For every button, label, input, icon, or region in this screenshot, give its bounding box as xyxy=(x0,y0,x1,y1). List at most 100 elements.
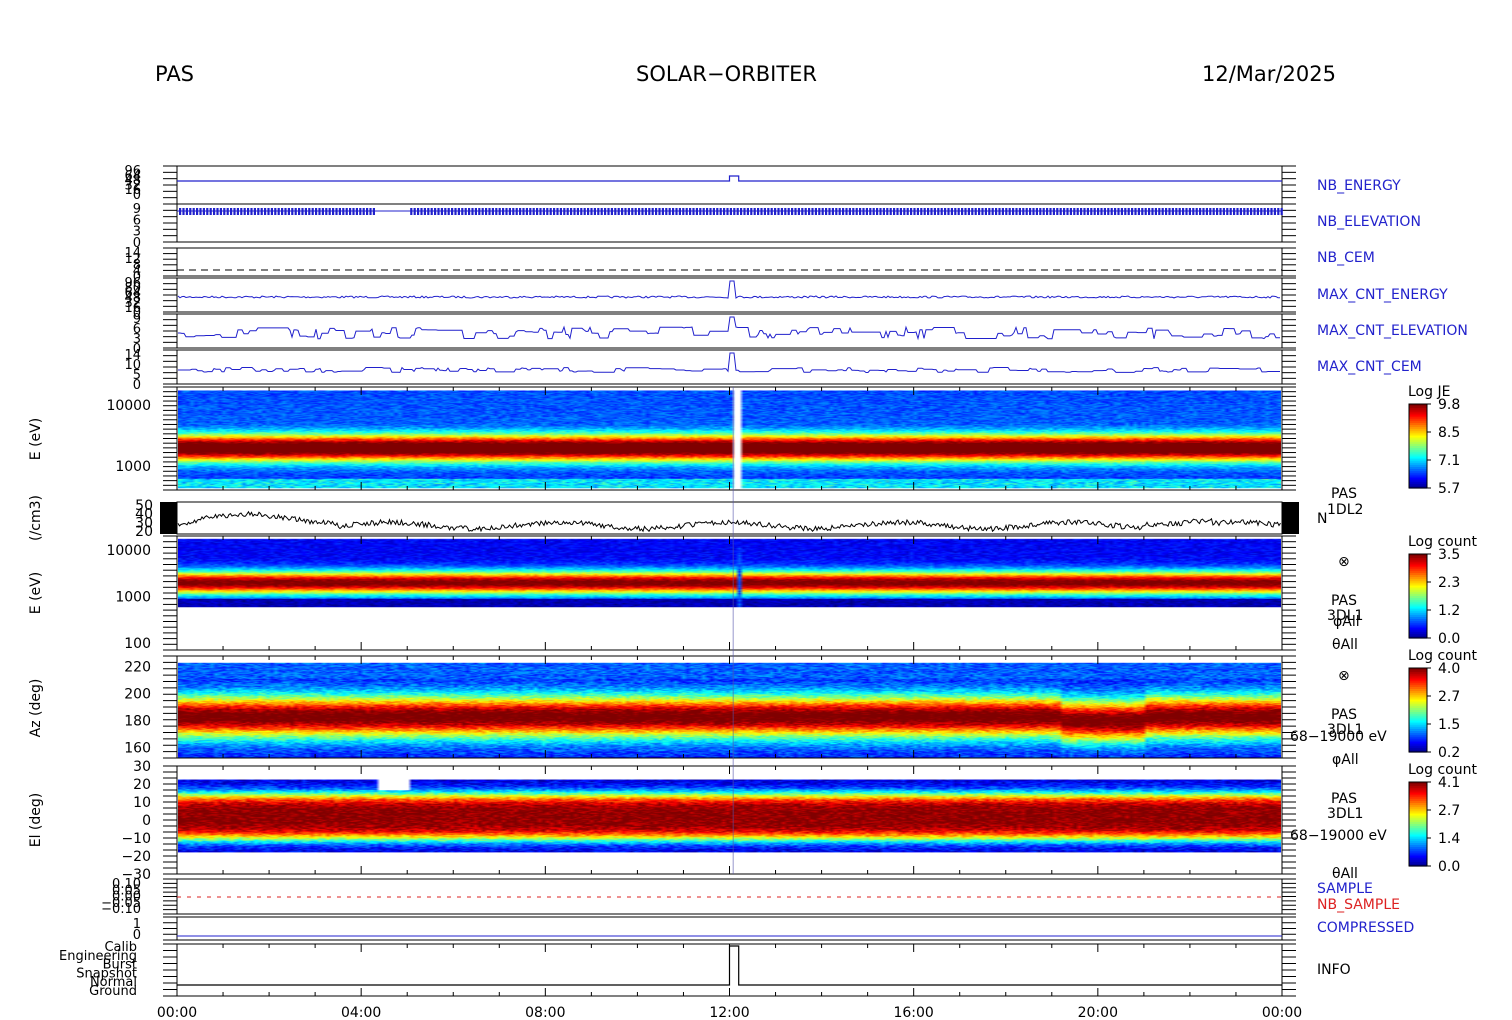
azimuth_spectrogram-colorbar-tick: 2.7 xyxy=(1438,689,1460,705)
je_spectrogram-ytick: 10000 xyxy=(106,398,151,414)
density-frame xyxy=(176,501,1283,535)
max_cnt_energy-label: MAX_CNT_ENERGY xyxy=(1317,287,1448,303)
time-axis-label: 04:00 xyxy=(341,1005,381,1020)
energy_spectrogram-ylabel: E (eV) xyxy=(28,572,44,614)
max_cnt_elevation-label: MAX_CNT_ELEVATION xyxy=(1317,323,1468,339)
density-right-label: N xyxy=(1317,511,1327,527)
max_cnt_energy-trace xyxy=(177,280,1281,299)
energy_spectrogram-ytick: 100 xyxy=(124,636,151,652)
density-trace xyxy=(177,510,1281,533)
elevation_spectrogram-colorbar-tick: 0.0 xyxy=(1438,859,1460,875)
max_cnt_elevation-trace xyxy=(178,316,1280,341)
elevation_spectrogram-ytick: 30 xyxy=(133,759,151,775)
max_cnt_cem-trace xyxy=(178,352,1280,373)
je_spectrogram-colorbar-tick: 9.8 xyxy=(1438,397,1460,413)
nb_energy-tick-label: 0 xyxy=(133,188,141,203)
nb_energy-frame xyxy=(176,165,1283,205)
nb_elevation-tick-labels: 9630 xyxy=(133,202,141,251)
energy_spectrogram-colorbar-tick: 0.0 xyxy=(1438,631,1460,647)
density-right-label: PAS xyxy=(1331,486,1357,502)
azimuth_spectrogram-ylabel: Az (deg) xyxy=(28,679,44,738)
azimuth_spectrogram-ytick: 160 xyxy=(124,740,151,756)
azimuth_spectrogram-right-label: φAll xyxy=(1332,752,1359,768)
azimuth_spectrogram-heatmap xyxy=(178,656,1281,758)
compressed-side-ticks xyxy=(163,916,1296,941)
density-right-label: 1DL2 xyxy=(1327,502,1363,518)
nb_cem-side-ticks xyxy=(163,247,1296,277)
compressed-frame xyxy=(176,916,1283,941)
max_cnt_cem-tick-labels: 141050 xyxy=(124,348,141,393)
max_cnt_cem-tick-label: 0 xyxy=(133,378,141,393)
energy_spectrogram-colorbar-tick: 3.5 xyxy=(1438,547,1460,563)
sample-label: SAMPLE xyxy=(1317,881,1373,897)
elevation_spectrogram-heatmap xyxy=(178,766,1281,874)
elevation_spectrogram-ytick: 20 xyxy=(133,777,151,793)
azimuth_spectrogram-ytick: 220 xyxy=(124,660,151,676)
nb_energy-label: NB_ENERGY xyxy=(1317,178,1401,194)
nb_cem-frame xyxy=(176,247,1283,277)
energy_spectrogram-colorbar-tick: 2.3 xyxy=(1438,575,1460,591)
density-right-block xyxy=(1282,502,1299,534)
nb_energy-tick-labels: 96644832160 xyxy=(124,164,141,203)
info-label: INFO xyxy=(1317,962,1351,978)
elevation_spectrogram-ylabel: El (deg) xyxy=(28,793,44,848)
energy_spectrogram-right-label: ⊗ xyxy=(1338,554,1350,570)
azimuth_spectrogram-right-label: 68−19000 eV xyxy=(1290,729,1387,745)
summary-plot: 96644832160NB_ENERGY9630NB_ELEVATION1412… xyxy=(28,164,1477,1020)
azimuth_spectrogram-colorbar-tick: 0.2 xyxy=(1438,745,1460,761)
compressed-label: COMPRESSED xyxy=(1317,920,1414,936)
time-axis-label: 12:00 xyxy=(709,1005,749,1020)
info-trace xyxy=(177,945,1282,986)
nb_energy-side-ticks xyxy=(163,165,1296,205)
energy_spectrogram-colorbar-tick: 1.2 xyxy=(1438,603,1460,619)
max_cnt_cem-label: MAX_CNT_CEM xyxy=(1317,359,1422,375)
density-ylabel: (/cm3) xyxy=(28,495,44,541)
azimuth_spectrogram-ytick: 180 xyxy=(124,713,151,729)
je_spectrogram-colorbar-tick: 5.7 xyxy=(1438,481,1460,497)
energy_spectrogram-right-label: PAS xyxy=(1331,593,1357,609)
azimuth_spectrogram-right-label: PAS xyxy=(1331,707,1357,723)
nb_elevation-label: NB_ELEVATION xyxy=(1317,214,1421,230)
elevation_spectrogram-ytick: −20 xyxy=(121,849,151,865)
je_spectrogram-colorbar-tick: 7.1 xyxy=(1438,453,1460,469)
time-axis-label: 16:00 xyxy=(893,1005,933,1020)
elevation_spectrogram-right-label: PAS xyxy=(1331,791,1357,807)
sample-nb-label: NB_SAMPLE xyxy=(1317,897,1400,913)
je_spectrogram-colorbar-tick: 8.5 xyxy=(1438,425,1460,441)
elevation_spectrogram-right-label: θAll xyxy=(1332,866,1358,882)
nb_elevation-trace xyxy=(177,208,1283,215)
je_spectrogram-ytick: 1000 xyxy=(115,459,151,475)
energy_spectrogram-right-label: φAll xyxy=(1333,614,1360,630)
sample-tick-label: −0.10 xyxy=(101,902,141,917)
elevation_spectrogram-right-label: 68−19000 eV xyxy=(1290,828,1387,844)
elevation_spectrogram-ytick: −10 xyxy=(121,831,151,847)
time-axis-label: 00:00 xyxy=(1262,1005,1302,1020)
nb_cem-label: NB_CEM xyxy=(1317,250,1375,266)
je_spectrogram-colorbar xyxy=(1408,403,1431,489)
energy_spectrogram-ytick: 1000 xyxy=(115,589,151,605)
time-axis-label: 00:00 xyxy=(157,1005,197,1020)
elevation_spectrogram-ytick: 10 xyxy=(133,795,151,811)
elevation_spectrogram-ytick: 0 xyxy=(142,813,151,829)
azimuth_spectrogram-colorbar-tick: 4.0 xyxy=(1438,661,1460,677)
azimuth_spectrogram-ytick: 200 xyxy=(124,687,151,703)
je_spectrogram-ylabel: E (eV) xyxy=(28,418,44,460)
sample-tick-labels: 0.100.050.00−0.05−0.10 xyxy=(101,877,141,917)
time-axis-label: 08:00 xyxy=(525,1005,565,1020)
azimuth_spectrogram-colorbar-tick: 1.5 xyxy=(1438,717,1460,733)
elevation_spectrogram-colorbar-tick: 4.1 xyxy=(1438,775,1460,791)
density-ytick: 20 xyxy=(135,524,153,540)
energy_spectrogram-colorbar xyxy=(1408,553,1431,639)
elevation_spectrogram-right-label: 3DL1 xyxy=(1327,806,1363,822)
energy_spectrogram-ytick: 10000 xyxy=(106,543,151,559)
nb_energy-trace xyxy=(177,175,1282,182)
energy_spectrogram-heatmap xyxy=(178,536,1281,650)
je_spectrogram-heatmap xyxy=(178,387,1281,490)
density-left-block xyxy=(160,502,177,534)
energy_spectrogram-right-label: θAll xyxy=(1332,637,1358,653)
elevation_spectrogram-colorbar-tick: 2.7 xyxy=(1438,803,1460,819)
info-tick-label: Ground xyxy=(89,984,137,999)
azimuth_spectrogram-colorbar xyxy=(1408,667,1431,753)
azimuth_spectrogram-right-label: ⊗ xyxy=(1338,668,1350,684)
elevation_spectrogram-colorbar xyxy=(1408,781,1431,867)
